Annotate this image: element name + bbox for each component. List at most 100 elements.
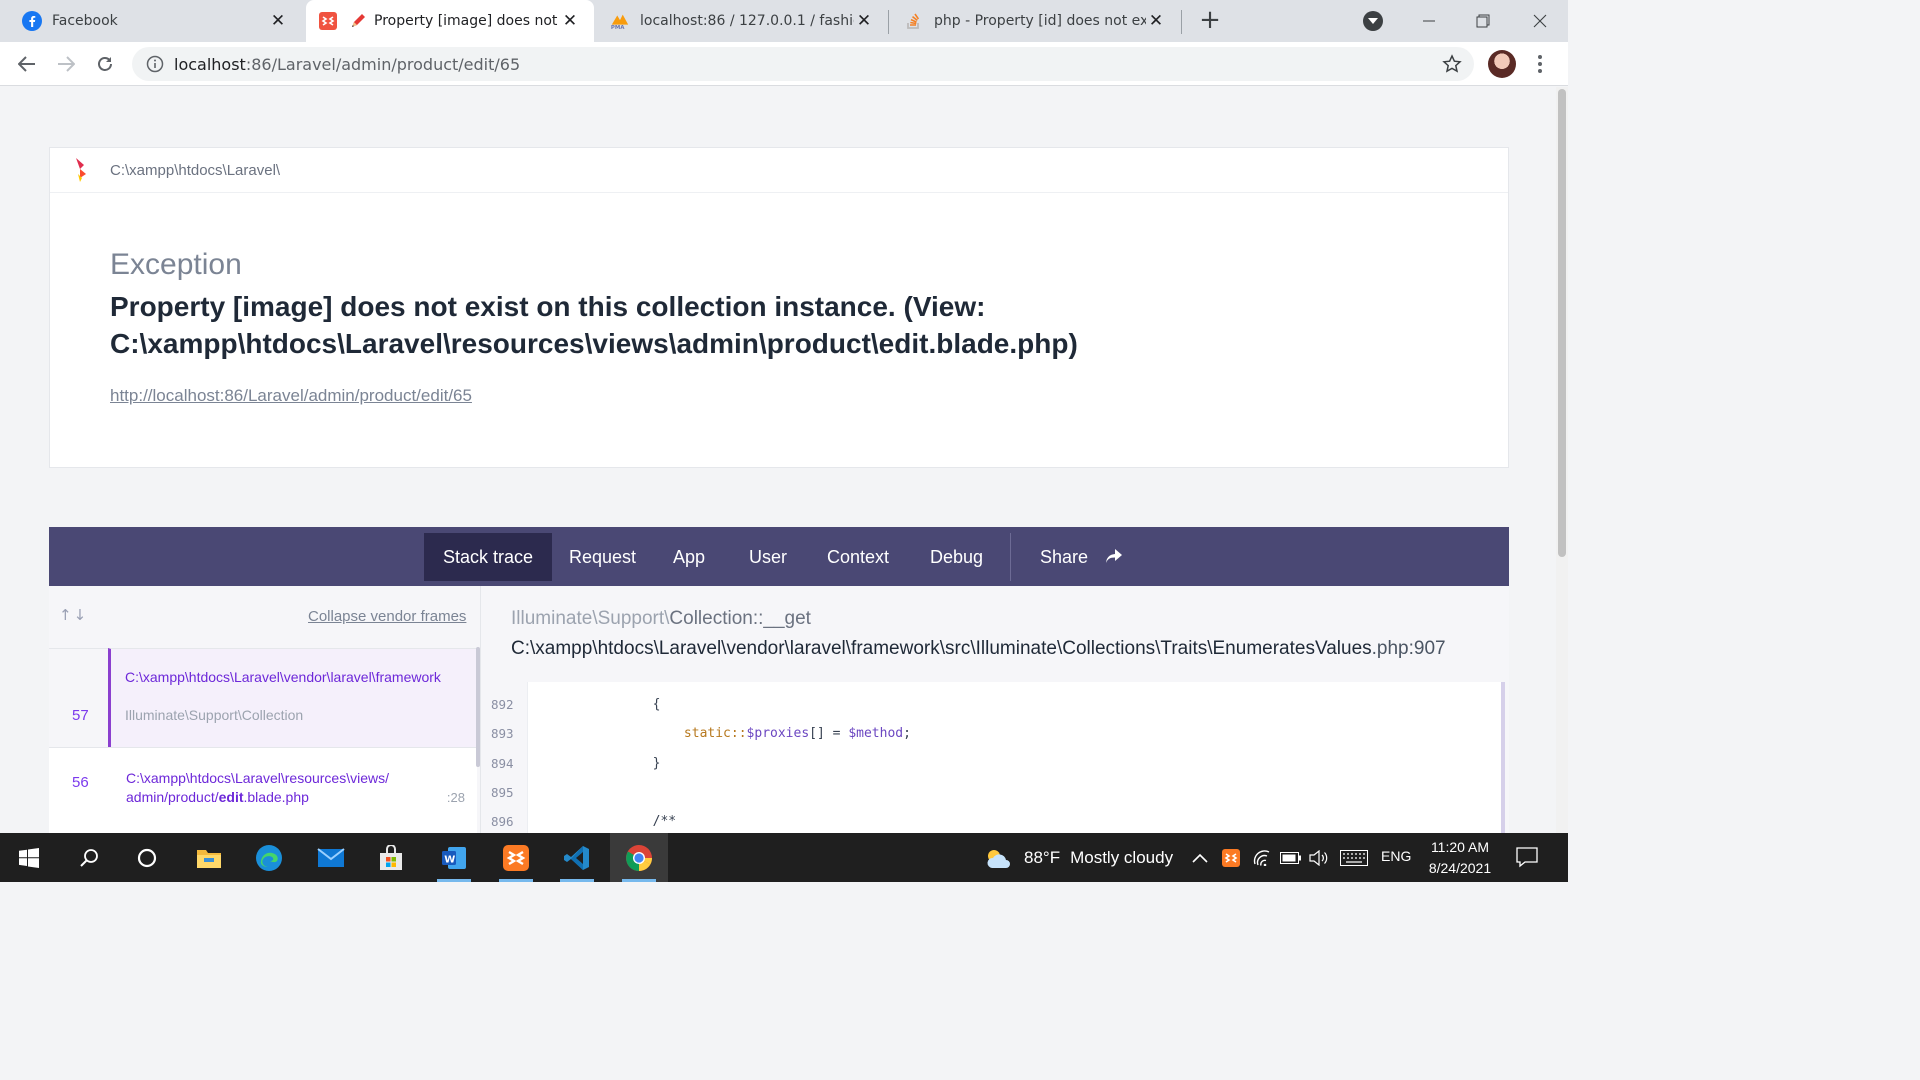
- share-button[interactable]: Share: [1021, 533, 1142, 581]
- frame-number: 57: [72, 707, 89, 724]
- xampp-icon[interactable]: [487, 833, 545, 882]
- url-path: :86/Laravel/admin/product/edit/65: [245, 54, 521, 74]
- show-hidden-icons-icon[interactable]: [1192, 833, 1208, 882]
- tab-app[interactable]: App: [654, 533, 724, 581]
- url-host: localhost: [174, 54, 246, 74]
- restore-icon[interactable]: [1468, 6, 1498, 36]
- weather-widget[interactable]: 88°F Mostly cloudy: [984, 833, 1173, 882]
- clock-time: 11:20 AM: [1430, 839, 1490, 855]
- tab-separator: [888, 10, 889, 34]
- close-tab-icon[interactable]: ✕: [854, 11, 874, 31]
- keyboard-icon[interactable]: [1340, 833, 1368, 882]
- tab-stackoverflow[interactable]: php - Property [id] does not exist ✕: [890, 0, 1180, 42]
- code-scrollbar[interactable]: [1501, 682, 1505, 833]
- svg-text:W: W: [444, 854, 455, 865]
- tab-request[interactable]: Request: [550, 533, 655, 581]
- stack-frames-panel: ↑↓ Collapse vendor frames C:\xampp\htdoc…: [49, 586, 481, 833]
- windows-start-icon[interactable]: [0, 833, 58, 882]
- tab-title: localhost:86 / 127.0.0.1 / fashion: [640, 13, 854, 29]
- code-text: {: [590, 697, 661, 712]
- exception-class: Exception: [110, 248, 242, 281]
- code-line: 892 {: [481, 690, 1509, 719]
- code-line-number: 893: [491, 726, 514, 741]
- windows-taskbar: W 88°F Mostly cloudy ENG 11:20 AM 8/24/2…: [0, 833, 1568, 882]
- file-explorer-icon[interactable]: [180, 833, 238, 882]
- system-clock[interactable]: 11:20 AM 8/24/2021: [1414, 837, 1506, 879]
- code-line-number: 896: [491, 814, 514, 829]
- notification-center-icon[interactable]: [1516, 846, 1538, 872]
- back-arrow-icon[interactable]: [13, 50, 41, 78]
- new-tab-button[interactable]: +: [1196, 6, 1224, 34]
- stack-frame-57[interactable]: C:\xampp\htdocs\Laravel\vendor\laravel\f…: [108, 648, 477, 747]
- vscode-icon[interactable]: [548, 833, 606, 882]
- share-label: Share: [1040, 547, 1089, 567]
- tab-stack-trace[interactable]: Stack trace: [424, 533, 553, 581]
- volume-icon[interactable]: [1309, 833, 1329, 882]
- tab-search-icon[interactable]: [1363, 11, 1383, 31]
- close-window-icon[interactable]: [1525, 6, 1555, 36]
- input-language[interactable]: ENG: [1381, 848, 1411, 864]
- code-line-number: 895: [491, 785, 514, 800]
- frame-file-dir: admin/product/: [126, 789, 219, 805]
- exception-header-card: C:\xampp\htdocs\Laravel\ Exception Prope…: [49, 147, 1509, 468]
- wifi-icon[interactable]: [1253, 833, 1273, 882]
- code-line-number: 894: [491, 756, 514, 771]
- frame-nav-arrows-icon[interactable]: ↑↓: [59, 606, 88, 624]
- chrome-icon[interactable]: [610, 833, 668, 882]
- frame-file: C:\xampp\htdocs\Laravel\vendor\laravel\f…: [125, 669, 441, 685]
- reload-icon[interactable]: [91, 50, 119, 78]
- scrollbar-thumb[interactable]: [1558, 89, 1566, 557]
- tab-title: php - Property [id] does not exist: [934, 13, 1146, 29]
- close-tab-icon[interactable]: ✕: [1146, 11, 1166, 31]
- browser-menu-icon[interactable]: [1530, 52, 1550, 76]
- page-scrollbar[interactable]: [1556, 87, 1568, 833]
- edge-browser-icon[interactable]: [240, 833, 298, 882]
- stackoverflow-icon: [904, 11, 924, 31]
- bookmark-star-icon[interactable]: [1442, 54, 1462, 78]
- tab-separator: [1181, 10, 1182, 34]
- close-tab-icon[interactable]: ✕: [560, 11, 580, 31]
- xampp-tray-icon[interactable]: [1222, 833, 1240, 882]
- laravel-ignition-icon: [318, 11, 338, 31]
- detail-file-ext-line: .php:907: [1371, 638, 1446, 659]
- code-line: 893 static::$proxies[] = $method;: [481, 719, 1509, 748]
- tab-context[interactable]: Context: [808, 533, 908, 581]
- frames-scrollbar[interactable]: [476, 647, 480, 767]
- search-icon[interactable]: [60, 833, 118, 882]
- store-icon[interactable]: [362, 833, 420, 882]
- request-url-link[interactable]: http://localhost:86/Laravel/admin/produc…: [110, 386, 472, 406]
- address-bar[interactable]: localhost:86/Laravel/admin/product/edit/…: [132, 47, 1474, 81]
- tab-user[interactable]: User: [730, 533, 806, 581]
- battery-icon[interactable]: [1280, 833, 1302, 882]
- frame-file-line1: C:\xampp\htdocs\Laravel\resources\views/: [126, 770, 389, 786]
- profile-avatar[interactable]: [1488, 50, 1516, 78]
- frame-file-name: edit: [218, 789, 244, 805]
- nav-divider: [1010, 533, 1011, 581]
- tab-phpmyadmin[interactable]: PMA localhost:86 / 127.0.0.1 / fashion ✕: [598, 0, 888, 42]
- detail-file-path: C:\xampp\htdocs\Laravel\vendor\laravel\f…: [511, 638, 1372, 659]
- app-path-bar: C:\xampp\htdocs\Laravel\: [50, 148, 1508, 193]
- share-arrow-icon: [1105, 533, 1123, 581]
- code-snippet: 892 { 893 static::$proxies[] = $method; …: [481, 682, 1509, 833]
- frame-line-number: :28: [446, 790, 465, 805]
- cortana-icon[interactable]: [118, 833, 176, 882]
- tab-facebook[interactable]: Facebook ✕: [0, 0, 302, 42]
- info-icon[interactable]: [146, 55, 164, 73]
- minimize-icon[interactable]: [1414, 6, 1444, 36]
- forward-arrow-icon[interactable]: [52, 50, 80, 78]
- class-method: Collection::__get: [669, 608, 811, 629]
- collapse-vendor-frames-link[interactable]: Collapse vendor frames: [308, 608, 466, 625]
- close-tab-icon[interactable]: ✕: [268, 11, 288, 31]
- frame-detail-file[interactable]: C:\xampp\htdocs\Laravel\vendor\laravel\f…: [511, 638, 1446, 660]
- frame-detail: Illuminate\Support\Collection::__get C:\…: [481, 586, 1509, 833]
- tab-debug[interactable]: Debug: [911, 533, 1002, 581]
- tab-strip: Facebook ✕ Property [image] does not ex …: [0, 0, 1568, 42]
- stack-frame-56[interactable]: 56 C:\xampp\htdocs\Laravel\resources\vie…: [49, 747, 477, 833]
- tab-exception[interactable]: Property [image] does not ex ✕: [306, 0, 594, 42]
- facebook-icon: [22, 11, 42, 31]
- frame-class: Illuminate\Support\Collection: [125, 707, 304, 723]
- word-icon[interactable]: W: [425, 833, 483, 882]
- code-line: 894 }: [481, 749, 1509, 778]
- app-path: C:\xampp\htdocs\Laravel\: [110, 161, 281, 179]
- mail-icon[interactable]: [302, 833, 360, 882]
